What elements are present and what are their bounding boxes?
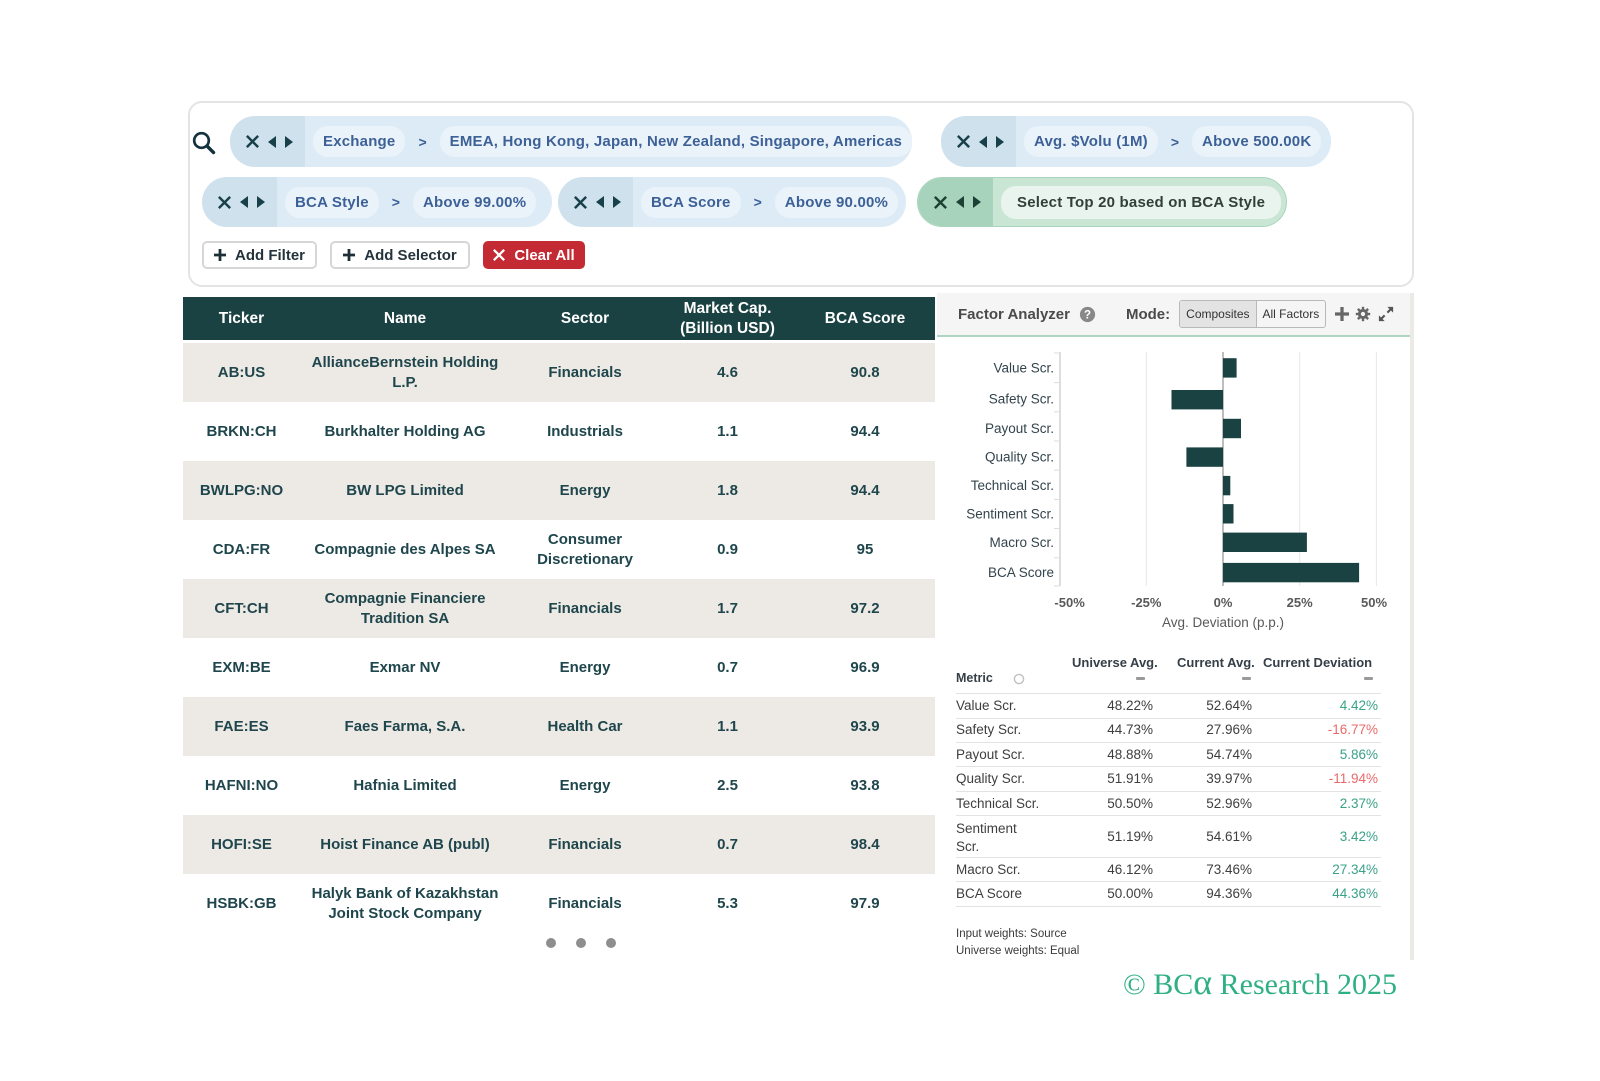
svg-text:BCA Score: BCA Score	[988, 565, 1054, 580]
svg-text:-50%: -50%	[1054, 595, 1085, 610]
svg-text:-25%: -25%	[1131, 595, 1162, 610]
svg-text:50%: 50%	[1361, 595, 1387, 610]
svg-text:25%: 25%	[1287, 595, 1313, 610]
svg-text:Value Scr.: Value Scr.	[993, 361, 1054, 376]
svg-text:Sentiment Scr.: Sentiment Scr.	[966, 507, 1054, 522]
svg-text:?: ?	[1084, 309, 1091, 321]
svg-text:Macro Scr.: Macro Scr.	[989, 535, 1054, 550]
svg-text:Payout Scr.: Payout Scr.	[985, 421, 1054, 436]
svg-text:Safety Scr.: Safety Scr.	[989, 392, 1054, 407]
svg-text:Quality Scr.: Quality Scr.	[985, 450, 1054, 465]
svg-text:Avg. Deviation (p.p.): Avg. Deviation (p.p.)	[1162, 615, 1284, 630]
svg-text:0%: 0%	[1214, 595, 1233, 610]
svg-text:Technical Scr.: Technical Scr.	[971, 478, 1054, 493]
